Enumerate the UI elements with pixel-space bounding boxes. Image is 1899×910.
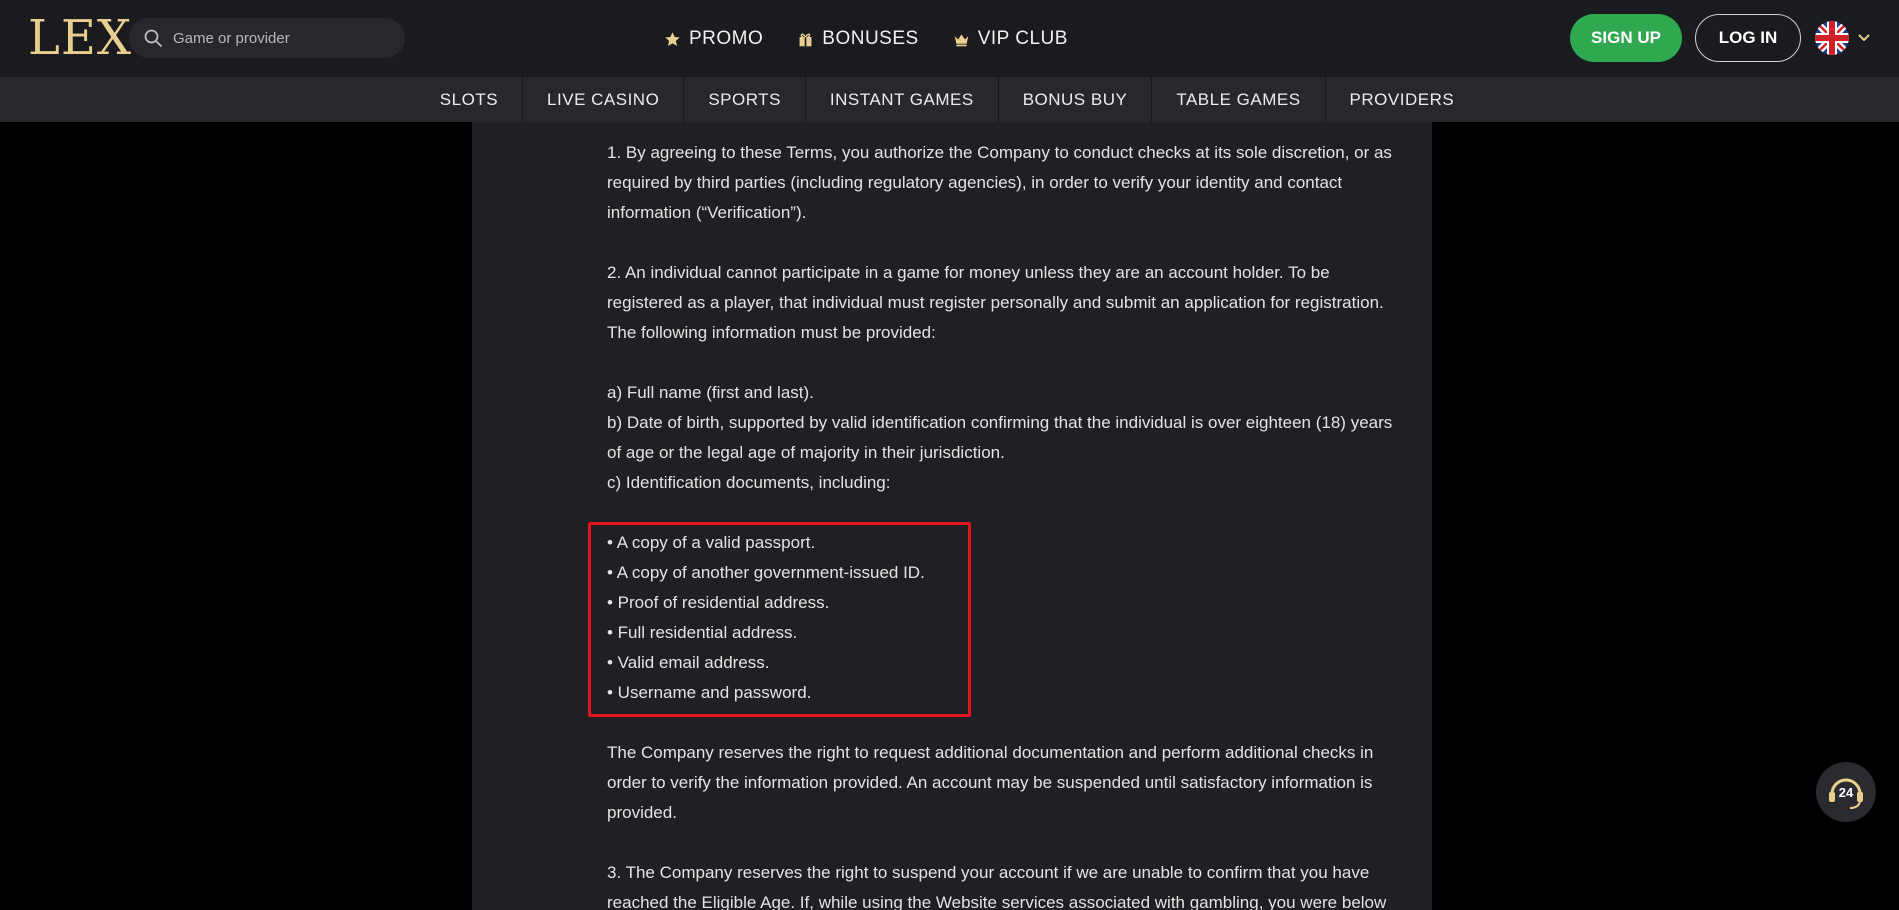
bullet-full-address: • Full residential address. [607,623,798,642]
terms-paragraph-4: 3. The Company reserves the right to sus… [607,863,1387,910]
top-header: LEX PROMO BONUSES VIP CLUB SIGN UP LOG I… [0,0,1899,77]
log-in-button[interactable]: LOG IN [1695,14,1801,62]
language-selector[interactable] [1815,20,1877,56]
nav-vip-club[interactable]: VIP CLUB [953,24,1068,54]
uk-flag-icon [1815,21,1849,55]
search-box[interactable] [129,18,405,58]
search-icon [144,29,162,47]
bullet-proof-of-address: • Proof of residential address. [607,593,830,612]
bullet-government-id: • A copy of another government-issued ID… [607,563,925,582]
terms-item-c: c) Identification documents, including: [607,473,891,492]
terms-text: 1. By agreeing to these Terms, you autho… [607,138,1407,910]
category-slots[interactable]: SLOTS [416,77,524,122]
nav-vip-label: VIP CLUB [977,28,1068,49]
category-table-games[interactable]: TABLE GAMES [1152,77,1326,122]
category-live-casino[interactable]: LIVE CASINO [523,77,685,122]
category-sports[interactable]: SPORTS [684,77,806,122]
category-instant-games[interactable]: INSTANT GAMES [806,77,999,122]
nav-bonuses-label: BONUSES [822,28,919,49]
support-badge: 24 [1838,784,1854,800]
bullet-email: • Valid email address. [607,653,770,672]
nav-bonuses[interactable]: BONUSES [797,24,918,54]
category-bonus-buy[interactable]: BONUS BUY [999,77,1153,122]
category-providers[interactable]: PROVIDERS [1326,77,1479,122]
bullet-username-password: • Username and password. [607,683,812,702]
terms-content: 1. By agreeing to these Terms, you autho… [472,122,1432,910]
logo[interactable]: LEX [28,14,132,62]
search-input[interactable] [173,18,393,58]
terms-item-b: b) Date of birth, supported by valid ide… [607,413,1393,462]
crown-icon [954,33,969,46]
terms-paragraph-3: The Company reserves the right to reques… [607,743,1374,822]
support-chat-button[interactable]: 24 [1816,762,1876,822]
top-nav: PROMO BONUSES VIP CLUB [664,24,1068,54]
chevron-down-icon [1858,34,1870,42]
nav-promo[interactable]: PROMO [664,24,763,54]
bullet-passport: • A copy of a valid passport. [607,533,816,552]
nav-promo-label: PROMO [689,28,764,49]
star-icon [665,31,680,46]
terms-item-a: a) Full name (first and last). [607,383,814,402]
sign-up-button[interactable]: SIGN UP [1570,14,1682,62]
terms-paragraph-2: 2. An individual cannot participate in a… [607,263,1384,342]
category-bar: SLOTS LIVE CASINO SPORTS INSTANT GAMES B… [0,77,1899,122]
terms-paragraph-1: 1. By agreeing to these Terms, you autho… [607,143,1392,222]
gift-icon [799,33,812,46]
